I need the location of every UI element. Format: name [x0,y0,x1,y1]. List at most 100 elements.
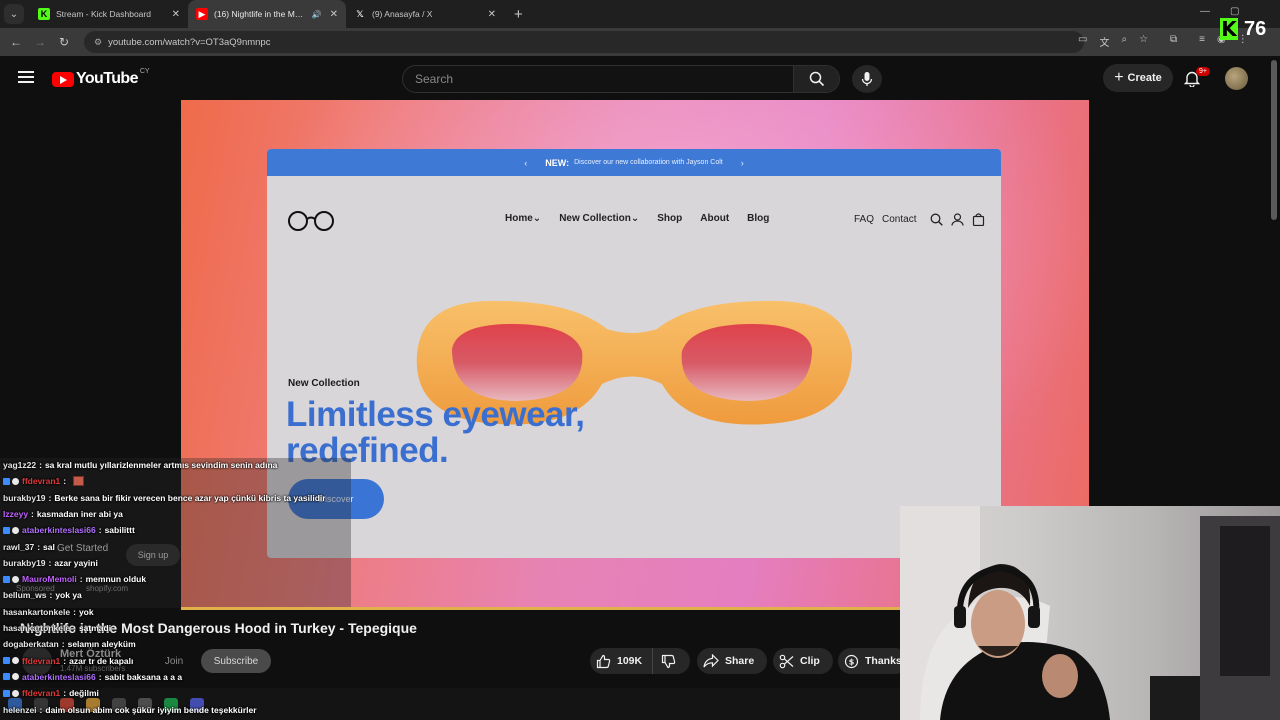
reading-list-icon[interactable]: ≡ [1199,34,1205,49]
tab-search-menu[interactable]: ⌄ [4,4,24,24]
chat-badges [3,673,19,681]
like-button[interactable]: 109K [590,648,654,674]
shop-utility-links: FAQ Contact [854,213,985,226]
chat-separator: : [39,460,42,470]
chat-message: rawl_37: sal [3,542,55,552]
chat-username[interactable]: burakby19 [3,493,46,503]
chat-message: hasankartonkele: satmadi [3,623,111,633]
share-label: Share [725,655,755,667]
account-avatar[interactable] [1225,67,1248,90]
chat-username[interactable]: ffdevran1 [22,476,60,486]
speaker-icon[interactable]: 🔊 [312,10,322,19]
like-count: 109K [617,655,643,667]
chat-text: sabilittt [104,525,135,536]
forward-icon[interactable]: → [28,35,52,49]
cast-icon[interactable]: ▭ [1078,34,1087,49]
close-icon[interactable]: ✕ [330,9,338,20]
browser-tab-strip: ⌄ K Stream - Kick Dashboard ✕ ▶ (16) Nig… [0,0,1280,28]
subscriber-badge-icon [3,657,10,665]
tab-youtube[interactable]: ▶ (16) Nightlife in the Most D 🔊 ✕ [188,0,346,28]
chat-message: Izzeyy: kasmadan iner abi ya [3,509,123,519]
chat-separator: : [48,557,52,568]
verified-badge-icon [12,575,19,583]
chevron-left-icon: ‹ [524,157,528,168]
plus-icon: + [1114,69,1124,86]
tab-x[interactable]: 𝕏 (9) Anasayfa / X ✕ [346,0,504,28]
clip-button[interactable]: Clip [773,648,833,674]
eyeglasses-logo-icon [288,211,334,231]
search-button[interactable] [793,66,839,92]
chat-username[interactable]: ataberkinteslasi66 [22,672,96,682]
site-info-icon[interactable]: ⚙ [94,37,102,48]
chat-username[interactable]: Izzeyy [3,509,28,519]
subscribe-button[interactable]: Subscribe [201,649,271,673]
minimize-icon[interactable]: — [1200,6,1210,17]
back-icon[interactable]: ← [4,35,28,49]
reload-icon[interactable]: ↻ [52,35,76,49]
notification-count-badge: 9+ [1196,67,1210,76]
tab-kick-dashboard[interactable]: K Stream - Kick Dashboard ✕ [30,0,188,28]
zoom-icon[interactable]: ⌕ [1121,34,1127,49]
join-button[interactable]: Join [153,650,195,672]
chat-username[interactable]: ffdevran1 [22,688,60,698]
chat-username[interactable]: MauroMemoli [22,574,77,584]
share-button[interactable]: Share [697,648,767,674]
chat-username[interactable]: ffdevran1 [22,656,60,666]
scissors-icon [779,654,794,668]
hero-title-line1: Limitless eyewear, [286,395,585,434]
chat-username[interactable]: helenzei [3,705,37,715]
hero-kicker: New Collection [288,378,360,389]
shop-nav-home: Home⌄ [505,213,542,224]
chat-text: daim olsun abim cok şükür iyiyim bende t… [45,704,257,715]
shop-faq-link: FAQ [854,214,875,225]
close-icon[interactable]: ✕ [488,9,496,20]
bookmark-star-icon[interactable]: ☆ [1139,34,1148,49]
chat-username[interactable]: ataberkinteslasi66 [22,525,96,535]
chat-username[interactable]: rawl_37 [3,542,34,552]
ad-get-started[interactable]: Get Started [57,543,108,554]
chat-separator: : [98,671,102,682]
thumbs-down-icon [662,654,676,668]
chat-separator: : [73,606,76,617]
chat-username[interactable]: bellum_ws [3,590,46,600]
close-icon[interactable]: ✕ [172,9,180,20]
voice-search-button[interactable] [852,65,882,93]
dislike-button[interactable] [653,654,682,669]
create-label: Create [1127,72,1162,84]
subscriber-badge-icon [3,575,10,583]
chat-message: burakby19: azar yayini [3,558,98,568]
chat-username[interactable]: hasankartonkele [3,607,70,617]
new-tab-button[interactable]: + [514,6,523,23]
thanks-button[interactable]: $ Thanks [838,648,908,674]
chat-message: ffdevran1: değilmi [3,688,99,698]
address-bar[interactable]: ⚙ youtube.com/watch?v=OT3aQ9nmnpc [84,31,1084,53]
kick-icon: K [38,8,50,20]
tab-title: (9) Anasayfa / X [372,9,433,19]
page-scrollbar[interactable] [1271,60,1277,220]
verified-badge-icon [12,689,19,697]
verified-badge-icon [12,673,19,681]
translate-icon[interactable]: 文 [1099,34,1109,49]
shop-navigation: Home⌄ New Collection⌄ Shop About Blog FA… [267,176,1001,256]
search-input[interactable] [415,70,785,88]
shop-nav-shop: Shop [657,213,683,224]
chat-username[interactable]: hasankartonkele [3,623,70,633]
subscriber-badge-icon [3,526,10,534]
video-progress-bar[interactable] [181,607,900,610]
chat-username[interactable]: burakby19 [3,558,46,568]
streamer-webcam [900,506,1280,720]
hamburger-menu-icon[interactable] [18,71,34,83]
ad-sign-up-button[interactable]: Sign up [126,544,180,566]
kick-logo-icon: K [1220,17,1238,41]
extensions-icon[interactable]: ⧉ [1170,34,1177,49]
chat-username[interactable]: dogaberkatan [3,639,59,649]
youtube-logo[interactable]: YouTube CY [52,68,150,88]
chat-text: sal [43,541,55,552]
create-button[interactable]: + Create [1103,64,1173,92]
super-thanks-icon: $ [844,654,859,668]
chat-username[interactable]: yag1z22 [3,460,36,470]
tab-title: (16) Nightlife in the Most D [214,9,308,19]
chat-badges [3,657,19,665]
chat-separator: : [49,590,53,601]
chat-message: ataberkinteslasi66: sabilittt [3,525,135,535]
